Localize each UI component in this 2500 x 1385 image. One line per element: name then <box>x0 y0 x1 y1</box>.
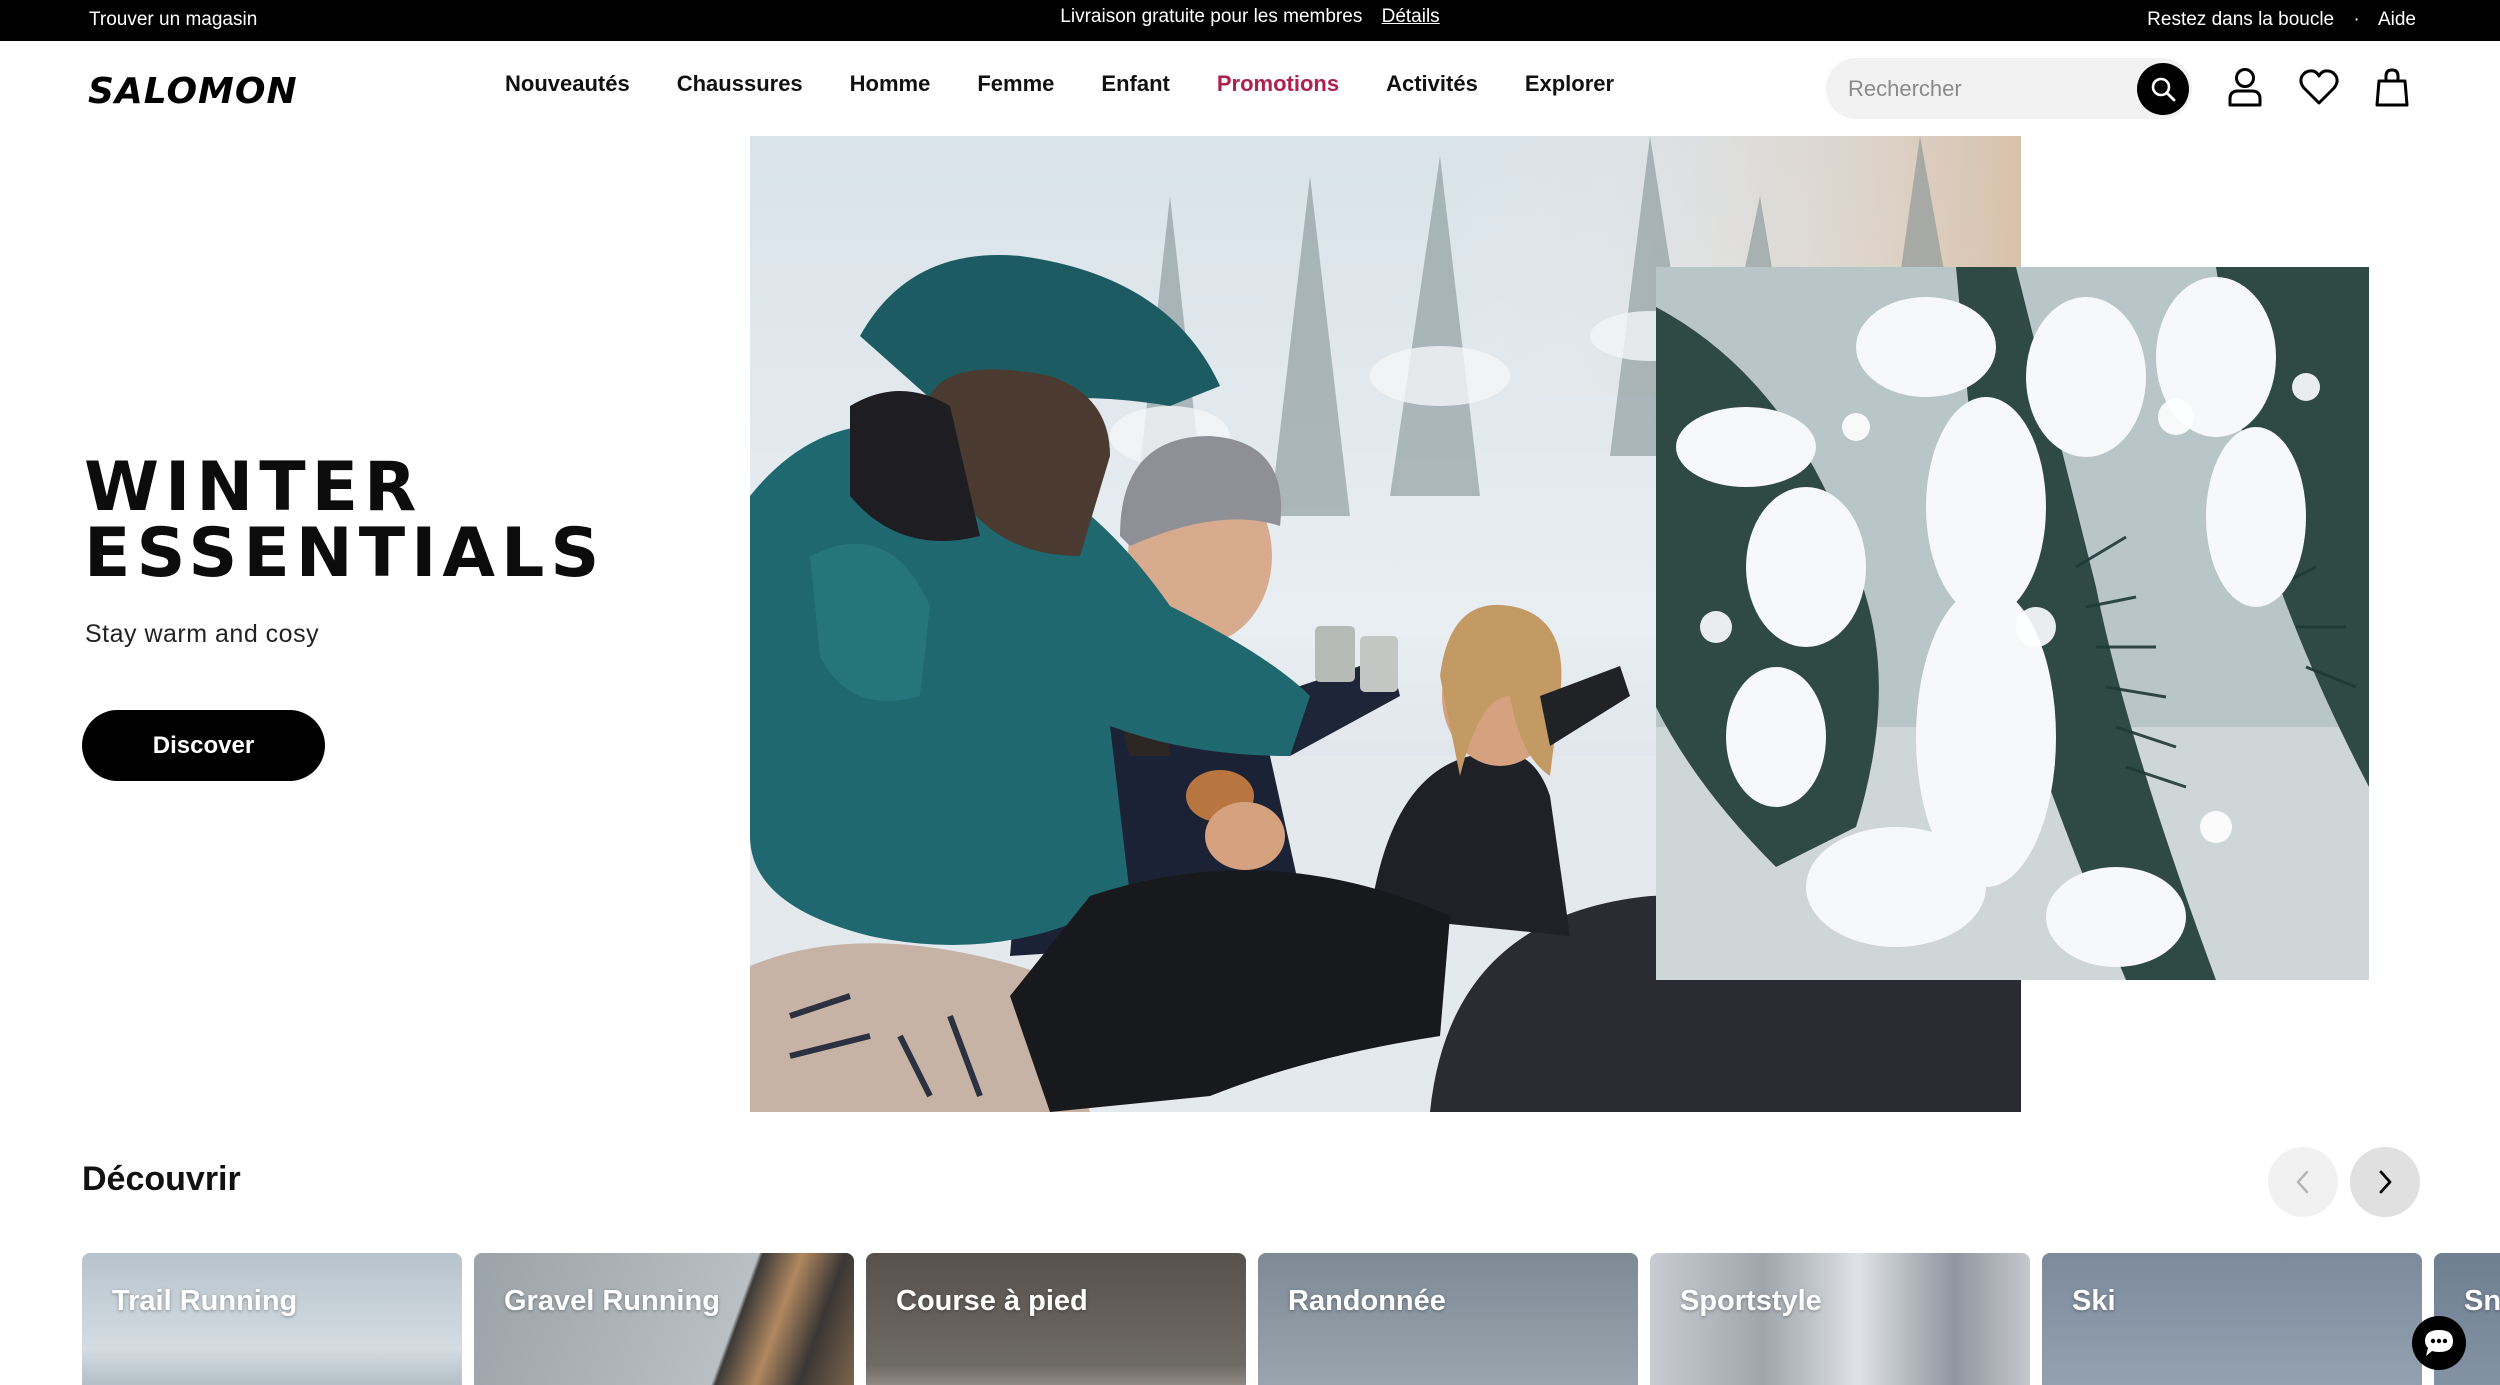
nav-item-activites[interactable]: Activités <box>1386 71 1478 97</box>
chat-button[interactable] <box>2412 1316 2466 1370</box>
carousel-next-button[interactable] <box>2350 1147 2420 1217</box>
chevron-left-icon <box>2296 1170 2309 1194</box>
category-card-randonnee[interactable]: Randonnée <box>1258 1253 1638 1385</box>
account-button[interactable] <box>2223 65 2267 109</box>
hero-title-line-2: ESSENTIALS <box>84 514 606 593</box>
category-label: Ski <box>2072 1285 2116 1317</box>
separator-dot: · <box>2353 9 2360 30</box>
help-link[interactable]: Aide <box>2378 9 2416 30</box>
nav-item-promotions[interactable]: Promotions <box>1217 71 1339 97</box>
hero-title-line-1: WINTER <box>84 448 423 527</box>
category-label: Gravel Running <box>504 1285 720 1317</box>
category-card-course-a-pied[interactable]: Course à pied <box>866 1253 1246 1385</box>
category-card-ski[interactable]: Ski <box>2042 1253 2422 1385</box>
main-header: SALOMON Nouveautés Chaussures Homme Femm… <box>0 41 2500 136</box>
topbar-right-links: Restez dans la boucle · Aide <box>2147 9 2416 31</box>
nav-item-femme[interactable]: Femme <box>977 71 1054 97</box>
hero-subtitle: Stay warm and cosy <box>85 620 320 648</box>
search-input[interactable] <box>1848 58 2128 119</box>
category-label: Randonnée <box>1288 1285 1446 1317</box>
category-label: Course à pied <box>896 1285 1088 1317</box>
category-card-trail-running[interactable]: Trail Running <box>82 1253 462 1385</box>
hero-image-snowy-branch <box>1656 267 2369 980</box>
details-link[interactable]: Détails <box>1382 6 1440 27</box>
discover-section-title: Découvrir <box>82 1160 241 1198</box>
category-label: Sportstyle <box>1680 1285 1822 1317</box>
nav-item-nouveautes[interactable]: Nouveautés <box>505 71 630 97</box>
hero-title: WINTER ESSENTIALS <box>84 448 606 593</box>
category-carousel: Trail Running Gravel Running Course à pi… <box>82 1253 2500 1385</box>
main-nav: Nouveautés Chaussures Homme Femme Enfant… <box>505 71 1661 97</box>
nav-item-explorer[interactable]: Explorer <box>1525 71 1614 97</box>
heart-icon <box>2299 69 2339 105</box>
discover-button[interactable]: Discover <box>82 710 325 781</box>
nav-item-homme[interactable]: Homme <box>850 71 931 97</box>
chevron-right-icon <box>2379 1170 2392 1194</box>
free-shipping-text: Livraison gratuite pour les membres <box>1060 6 1363 27</box>
search-button[interactable] <box>2137 63 2189 115</box>
newsletter-link[interactable]: Restez dans la boucle <box>2147 9 2334 30</box>
cart-button[interactable] <box>2370 65 2414 109</box>
nav-item-chaussures[interactable]: Chaussures <box>677 71 803 97</box>
announcement-text: Livraison gratuite pour les membres Déta… <box>0 6 2500 28</box>
wishlist-button[interactable] <box>2297 65 2341 109</box>
category-label: Trail Running <box>112 1285 298 1317</box>
announcement-bar: Trouver un magasin Livraison gratuite po… <box>0 0 2500 41</box>
category-label: Sno <box>2464 1285 2500 1317</box>
search-bar <box>1826 58 2192 119</box>
chat-bubble-icon <box>2425 1330 2453 1356</box>
nav-item-enfant[interactable]: Enfant <box>1101 71 1169 97</box>
salomon-logo[interactable]: SALOMON <box>88 71 298 112</box>
bag-icon <box>2375 68 2409 107</box>
category-card-gravel-running[interactable]: Gravel Running <box>474 1253 854 1385</box>
account-icon <box>2228 68 2262 107</box>
category-card-sportstyle[interactable]: Sportstyle <box>1650 1253 2030 1385</box>
carousel-prev-button[interactable] <box>2268 1147 2338 1217</box>
search-icon <box>2151 77 2176 102</box>
